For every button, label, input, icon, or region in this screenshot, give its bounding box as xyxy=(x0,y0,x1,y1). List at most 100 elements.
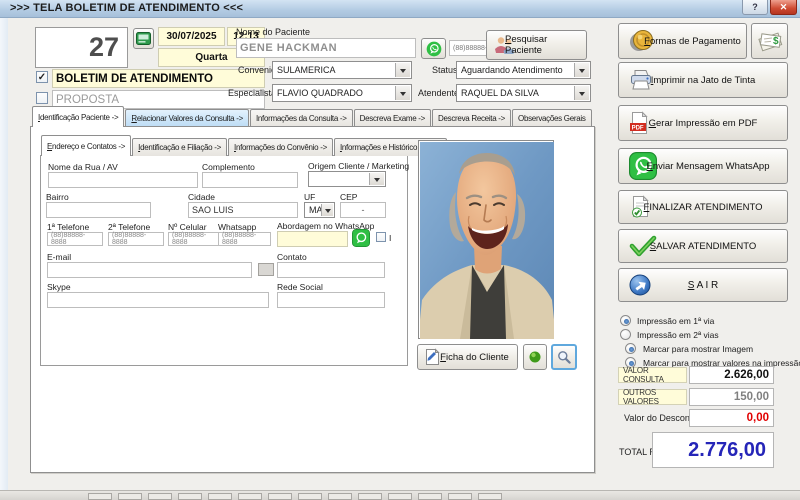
bairro-label: Bairro xyxy=(46,192,69,202)
radio-impressao-1via[interactable] xyxy=(620,315,631,326)
refresh-photo-button[interactable] xyxy=(523,344,547,370)
street-input[interactable] xyxy=(48,172,198,188)
tab-informacoes-consulta[interactable]: Informações da Consulta -> xyxy=(250,109,353,127)
taskbar-button[interactable] xyxy=(328,493,352,500)
gerar-pdf-button[interactable]: PDF Gerar Impressão em PDF xyxy=(618,105,788,141)
taskbar-button[interactable] xyxy=(418,493,442,500)
origin-select[interactable] xyxy=(308,171,386,187)
taskbar-button[interactable] xyxy=(298,493,322,500)
radio-impressao-2vias[interactable] xyxy=(620,329,631,340)
taskbar-button[interactable] xyxy=(88,493,112,500)
bairro-input[interactable] xyxy=(46,202,151,218)
patient-whatsapp-button[interactable] xyxy=(421,38,446,59)
ticket-number-box: 27 xyxy=(35,27,128,68)
tab-descreva-exame[interactable]: Descreva Exame -> xyxy=(354,109,431,127)
taskbar-button[interactable] xyxy=(238,493,262,500)
valor-consulta-value[interactable]: 2.626,00 xyxy=(689,366,774,384)
convenio-select[interactable]: SULAMERICA xyxy=(272,61,412,79)
whatsapp-icon xyxy=(352,229,370,247)
whatsapp-icon xyxy=(426,41,442,57)
patient-name-field[interactable]: GENE HACKMAN xyxy=(236,38,416,58)
total-value: 2.776,00 xyxy=(652,432,774,468)
atendente-select[interactable]: RAQUEL DA SILVA xyxy=(456,84,591,102)
taskbar-button[interactable] xyxy=(388,493,412,500)
close-button[interactable]: ✕ xyxy=(770,0,797,15)
radio-mostrar-imagem-label: Marcar para mostrar Imagem xyxy=(643,344,753,354)
whatsapp-number-input[interactable]: (88)88888-8888 xyxy=(218,232,271,246)
tab-identificacao-filiacao[interactable]: Identificação e Filiação -> xyxy=(132,138,227,156)
chevron-down-icon[interactable] xyxy=(321,204,333,216)
tab-descreva-receita[interactable]: Descreva Receita -> xyxy=(432,109,511,127)
help-button[interactable]: ? xyxy=(742,0,768,15)
date-field[interactable]: 30/07/2025 xyxy=(158,27,225,46)
chevron-down-icon[interactable] xyxy=(574,86,589,100)
tel1-input[interactable]: (88)88888-8888 xyxy=(47,232,103,246)
tab-relacionar-valores[interactable]: Relacionar Valores da Consulta -> xyxy=(125,109,249,127)
main-tab-strip: Identificação Paciente -> Relacionar Val… xyxy=(32,110,593,127)
status-value: Aguardando Atendimento xyxy=(461,65,563,75)
contato-input[interactable] xyxy=(277,262,385,278)
email-label: E-mail xyxy=(47,252,71,262)
email-input[interactable] xyxy=(47,262,252,278)
chevron-down-icon[interactable] xyxy=(369,173,384,185)
taskbar-button[interactable] xyxy=(358,493,382,500)
taskbar-button[interactable] xyxy=(148,493,172,500)
sair-label: S A I R xyxy=(688,280,719,291)
outros-valores-value[interactable]: 150,00 xyxy=(689,388,774,406)
formas-pagamento-button[interactable]: Formas de Pagamento xyxy=(618,23,747,59)
salvar-atendimento-button[interactable]: SALVAR ATENDIMENTO xyxy=(618,229,788,263)
finalizar-atendimento-button[interactable]: FINALIZAR ATENDIMENTO xyxy=(618,190,788,224)
tab-identificacao-paciente[interactable]: Identificação Paciente -> xyxy=(32,106,124,127)
imprimir-jato-button[interactable]: Imprimir na Jato de Tinta xyxy=(618,62,788,98)
complement-input[interactable] xyxy=(202,172,298,188)
email-action-button[interactable] xyxy=(258,263,274,276)
ficha-cliente-button[interactable]: Ficha do Cliente xyxy=(417,344,518,370)
especialista-select[interactable]: FLAVIO QUADRADO xyxy=(272,84,412,102)
taskbar-button[interactable] xyxy=(478,493,502,500)
zoom-photo-button[interactable] xyxy=(551,344,577,370)
taskbar-button[interactable] xyxy=(208,493,232,500)
tab-observacoes-gerais[interactable]: Observações Gerais xyxy=(512,109,592,127)
rede-social-label: Rede Social xyxy=(277,282,323,292)
calendar-button[interactable] xyxy=(133,28,154,49)
cidade-input[interactable]: SAO LUIS xyxy=(188,202,298,218)
abordagem-input[interactable] xyxy=(277,231,348,247)
abordagem-whatsapp-button[interactable] xyxy=(352,229,370,252)
chevron-down-icon[interactable] xyxy=(574,63,589,77)
svg-text:$: $ xyxy=(773,36,779,47)
boletim-checkbox[interactable]: ✓ xyxy=(36,71,48,83)
patient-name-label: Nome do Paciente xyxy=(236,27,310,37)
chevron-down-icon[interactable] xyxy=(395,63,410,77)
patient-photo xyxy=(418,140,554,339)
taskbar-button[interactable] xyxy=(118,493,142,500)
cheque-button[interactable]: $ xyxy=(751,23,788,59)
status-select[interactable]: Aguardando Atendimento xyxy=(456,61,591,79)
search-patient-button[interactable]: Pesquisar Paciente xyxy=(486,30,587,60)
abordagem-checkbox[interactable] xyxy=(376,232,386,242)
sair-button[interactable]: S A I R xyxy=(618,268,788,302)
window-title: >>> TELA BOLETIM DE ATENDIMENTO <<< xyxy=(10,2,243,14)
enviar-whatsapp-button[interactable]: Enviar Mensagem WhatsApp xyxy=(618,148,788,184)
chevron-down-icon[interactable] xyxy=(395,86,410,100)
uf-label: UF xyxy=(304,192,315,202)
taskbar-button[interactable] xyxy=(448,493,472,500)
proposta-checkbox[interactable] xyxy=(36,92,48,104)
radio-impressao-1via-label: Impressão em 1ª via xyxy=(637,316,714,326)
celular-label: Nº Celular xyxy=(168,222,207,232)
celular-input[interactable]: (88)88888-8888 xyxy=(168,232,224,246)
cep-input[interactable]: - xyxy=(340,202,386,218)
taskbar-button[interactable] xyxy=(178,493,202,500)
desconto-value[interactable]: 0,00 xyxy=(689,409,774,427)
skype-input[interactable] xyxy=(47,292,269,308)
svg-text:PDF: PDF xyxy=(632,125,644,131)
uf-select[interactable]: MA xyxy=(304,202,335,218)
convenio-value: SULAMERICA xyxy=(277,65,336,75)
taskbar-button[interactable] xyxy=(268,493,292,500)
rede-social-input[interactable] xyxy=(277,292,385,308)
tab-endereco-contatos[interactable]: Endereço e Contatos -> xyxy=(41,135,131,156)
calendar-icon xyxy=(136,32,151,45)
tab-informacoes-convenio[interactable]: Informações do Convênio -> xyxy=(228,138,333,156)
magnifier-icon xyxy=(557,350,571,364)
tel2-input[interactable]: (88)88888-8888 xyxy=(108,232,164,246)
radio-mostrar-imagem[interactable] xyxy=(625,343,636,354)
